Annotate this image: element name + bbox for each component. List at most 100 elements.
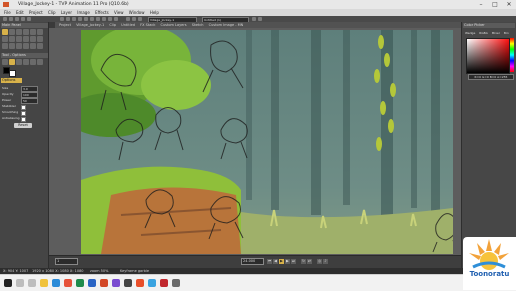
- menu-edit[interactable]: Edit: [16, 10, 24, 15]
- safe-area-icon[interactable]: [132, 17, 136, 21]
- help-icon[interactable]: [258, 17, 262, 21]
- play-icon[interactable]: ▶: [279, 259, 284, 264]
- undo-icon[interactable]: [21, 17, 25, 21]
- start-icon[interactable]: [4, 279, 12, 287]
- task-view-icon[interactable]: [28, 279, 36, 287]
- light-table-icon[interactable]: [78, 17, 82, 21]
- antialiasing-checkbox[interactable]: [21, 117, 26, 122]
- eraser-tool-icon[interactable]: [16, 29, 22, 35]
- secondary-color-swatch[interactable]: [9, 70, 16, 77]
- pingpong-icon[interactable]: ⇄: [307, 259, 312, 264]
- file-explorer-icon[interactable]: [40, 279, 48, 287]
- preset-chalk-icon[interactable]: [30, 59, 36, 65]
- rotate-icon[interactable]: [90, 17, 94, 21]
- frame-field[interactable]: 1: [55, 258, 78, 265]
- close-button[interactable]: ✕: [502, 0, 516, 9]
- frame-icon[interactable]: [126, 17, 130, 21]
- fps-field[interactable]: 24.000: [241, 258, 264, 265]
- prev-frame-icon[interactable]: ◀: [273, 259, 278, 264]
- hue-slider[interactable]: [510, 38, 514, 72]
- maximize-button[interactable]: □: [488, 0, 502, 9]
- tab-sketch[interactable]: Sketch: [192, 23, 204, 27]
- preset-marker-icon[interactable]: [16, 59, 22, 65]
- onion-icon[interactable]: ◎: [317, 259, 322, 264]
- new-icon[interactable]: [3, 17, 7, 21]
- blur-tool-icon[interactable]: [16, 43, 22, 49]
- tvpaint-taskbar-icon[interactable]: [136, 279, 144, 287]
- excel-icon[interactable]: [76, 279, 84, 287]
- tab-rgba[interactable]: RGBA: [479, 31, 488, 35]
- search-icon[interactable]: [16, 279, 24, 287]
- photos-icon[interactable]: [148, 279, 156, 287]
- menu-image[interactable]: Image: [77, 10, 90, 15]
- lasso-tool-icon[interactable]: [9, 36, 15, 42]
- preset-paint-icon[interactable]: [37, 59, 43, 65]
- word-icon[interactable]: [88, 279, 96, 287]
- crop-tool-icon[interactable]: [30, 43, 36, 49]
- onion-skin-icon[interactable]: [72, 17, 76, 21]
- hand-icon[interactable]: [102, 17, 106, 21]
- menu-window[interactable]: Window: [129, 10, 145, 15]
- shape-tool-icon[interactable]: [37, 29, 43, 35]
- teams-icon[interactable]: [112, 279, 120, 287]
- preset-pen-icon[interactable]: [2, 59, 8, 65]
- edge-icon[interactable]: [52, 279, 60, 287]
- fill-tool-icon[interactable]: [23, 29, 29, 35]
- first-frame-icon[interactable]: ⏮: [267, 259, 272, 264]
- next-frame-icon[interactable]: ▶: [285, 259, 290, 264]
- menu-project[interactable]: Project: [29, 10, 43, 15]
- selection-tool-icon[interactable]: [2, 36, 8, 42]
- tab-fx-stack[interactable]: FX Stack: [140, 23, 155, 27]
- tab-clip-name[interactable]: Village_Jockey-1: [76, 23, 104, 27]
- tab-bin[interactable]: Bin: [504, 31, 509, 35]
- menu-effects[interactable]: Effects: [95, 10, 109, 15]
- menu-file[interactable]: File: [4, 10, 11, 15]
- pan-tool-icon[interactable]: [37, 43, 43, 49]
- smudge-tool-icon[interactable]: [9, 43, 15, 49]
- loop-icon[interactable]: ↻: [301, 259, 306, 264]
- menu-help[interactable]: Help: [150, 10, 159, 15]
- text-tool-icon[interactable]: [30, 36, 36, 42]
- tab-custom-layers[interactable]: Custom Layers: [160, 23, 186, 27]
- picker-tool-icon[interactable]: [37, 36, 43, 42]
- line-tool-icon[interactable]: [30, 29, 36, 35]
- drawing-stage[interactable]: [81, 30, 453, 254]
- airbrush-tool-icon[interactable]: [23, 43, 29, 49]
- move-tool-icon[interactable]: [16, 36, 22, 42]
- settings-taskbar-icon[interactable]: [172, 279, 180, 287]
- tab-custom-image[interactable]: Custom Image - MN: [209, 23, 244, 27]
- tab-wedge[interactable]: Wedge: [465, 31, 475, 35]
- chrome-icon[interactable]: [64, 279, 72, 287]
- tab-clip[interactable]: Clip: [109, 23, 116, 27]
- menu-layer[interactable]: Layer: [61, 10, 72, 15]
- tab-options[interactable]: Options: [1, 78, 22, 83]
- grid-icon[interactable]: [66, 17, 70, 21]
- terminal-icon[interactable]: [124, 279, 132, 287]
- minimize-button[interactable]: –: [474, 0, 488, 9]
- mirror-icon[interactable]: [84, 17, 88, 21]
- preset-ink-icon[interactable]: [9, 59, 15, 65]
- last-frame-icon[interactable]: ⏭: [291, 259, 296, 264]
- powerpoint-icon[interactable]: [100, 279, 108, 287]
- reset-button[interactable]: Reset: [14, 123, 32, 128]
- sound-icon[interactable]: ♪: [323, 259, 328, 264]
- tab-mixer[interactable]: Mixer: [492, 31, 500, 35]
- stamp-tool-icon[interactable]: [2, 43, 8, 49]
- save-icon[interactable]: [15, 17, 19, 21]
- preset-crayon-icon[interactable]: [23, 59, 29, 65]
- tab-untitled[interactable]: Untitled: [121, 23, 135, 27]
- tab-project[interactable]: Project: [59, 23, 71, 27]
- camera-icon[interactable]: [60, 17, 64, 21]
- brush-tool-icon[interactable]: [2, 29, 8, 35]
- zoom-icon[interactable]: [96, 17, 100, 21]
- pencil-tool-icon[interactable]: [9, 29, 15, 35]
- fullscreen-icon[interactable]: [114, 17, 118, 21]
- ruler-icon[interactable]: [138, 17, 142, 21]
- media-player-icon[interactable]: [160, 279, 168, 287]
- redo-icon[interactable]: [27, 17, 31, 21]
- canvas-viewport[interactable]: [49, 28, 461, 255]
- menu-clip[interactable]: Clip: [48, 10, 56, 15]
- open-icon[interactable]: [9, 17, 13, 21]
- settings-icon[interactable]: [252, 17, 256, 21]
- fit-icon[interactable]: [108, 17, 112, 21]
